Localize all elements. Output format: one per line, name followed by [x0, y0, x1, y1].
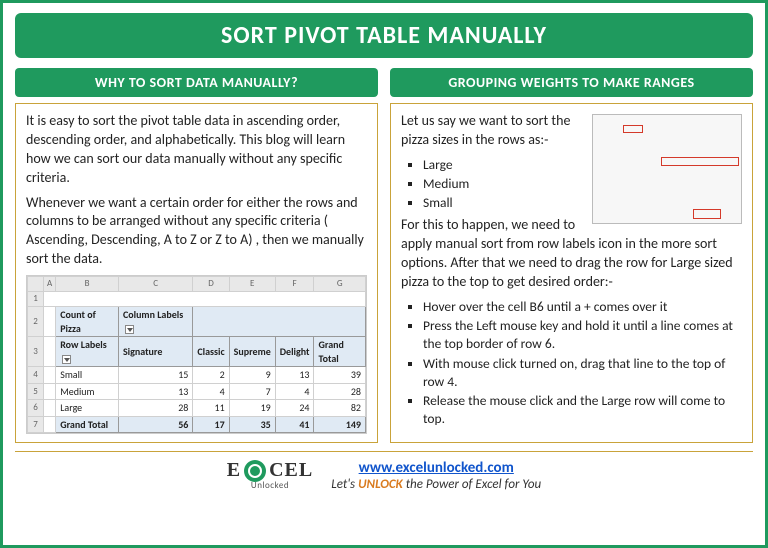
- list-item: Release the mouse click and the Large ro…: [423, 392, 742, 428]
- dropdown-icon[interactable]: [125, 325, 134, 334]
- grand-total-row: 7 Grand Total 56 17 35 41 149: [28, 416, 366, 433]
- pivot-col-header: Supreme: [229, 337, 275, 367]
- row-number: 2: [28, 307, 44, 337]
- steps-list: Hover over the cell B6 until a + comes o…: [401, 298, 742, 429]
- col-letter: B: [56, 277, 119, 292]
- col-letter: A: [44, 277, 56, 292]
- footer-text: www.excelunlocked.com Let's UNLOCK the P…: [331, 458, 541, 492]
- col-letter: G: [314, 277, 366, 292]
- row-number: 1: [28, 292, 44, 307]
- left-column: WHY TO SORT DATA MANUALLY? It is easy to…: [15, 68, 378, 443]
- logo: E CEL Unlocked: [227, 459, 313, 491]
- col-letter-row: A B C D E F G: [28, 277, 366, 292]
- pivot-col-header: Grand Total: [314, 337, 366, 367]
- page-title: SORT PIVOT TABLE MANUALLY: [15, 13, 753, 58]
- right-heading: GROUPING WEIGHTS TO MAKE RANGES: [390, 68, 753, 97]
- row-number: 3: [28, 337, 44, 367]
- pivot-count-label: Count of Pizza: [56, 307, 119, 337]
- site-link[interactable]: www.excelunlocked.com: [359, 459, 514, 477]
- footer: E CEL Unlocked www.excelunlocked.com Let…: [15, 451, 753, 492]
- table-row: 4 Small 15 2 9 13 39: [28, 367, 366, 384]
- pivot-collabels: Column Labels: [118, 307, 192, 337]
- right-mid: For this to happen, we need to apply man…: [401, 216, 742, 292]
- left-body: It is easy to sort the pivot table data …: [15, 103, 378, 443]
- pivot-table-figure: A B C D E F G 1 2 Coun: [26, 275, 367, 434]
- tagline: Let's UNLOCK the Power of Excel for You: [331, 477, 541, 492]
- pivot-col-header: Signature: [118, 337, 192, 367]
- logo-icon: [244, 460, 266, 482]
- left-para-1: It is easy to sort the pivot table data …: [26, 112, 367, 188]
- logo-text: E: [227, 459, 241, 482]
- list-item: Hover over the cell B6 until a + comes o…: [423, 298, 742, 316]
- right-body: Let us say we want to sort the pizza siz…: [390, 103, 753, 443]
- left-para-2: Whenever we want a certain order for eit…: [26, 194, 367, 270]
- table-row: 6 Large 28 11 19 24 82: [28, 400, 366, 417]
- table-row: 5 Medium 13 4 7 4 28: [28, 383, 366, 400]
- list-item: Press the Left mouse key and hold it unt…: [423, 317, 742, 353]
- right-column: GROUPING WEIGHTS TO MAKE RANGES Let us s…: [390, 68, 753, 443]
- dropdown-icon[interactable]: [62, 355, 71, 364]
- pivot-col-header: Classic: [193, 337, 229, 367]
- col-letter: F: [275, 277, 314, 292]
- col-letter: D: [193, 277, 229, 292]
- corner-cell: [28, 277, 44, 292]
- col-letter: E: [229, 277, 275, 292]
- left-heading: WHY TO SORT DATA MANUALLY?: [15, 68, 378, 97]
- sort-dialog-figure: [592, 114, 742, 224]
- col-letter: C: [118, 277, 192, 292]
- pivot-col-header: Delight: [275, 337, 314, 367]
- list-item: With mouse click turned on, drag that li…: [423, 355, 742, 391]
- pivot-rowlabels: Row Labels: [56, 337, 119, 367]
- logo-text: CEL: [269, 459, 313, 482]
- content-columns: WHY TO SORT DATA MANUALLY? It is easy to…: [15, 68, 753, 443]
